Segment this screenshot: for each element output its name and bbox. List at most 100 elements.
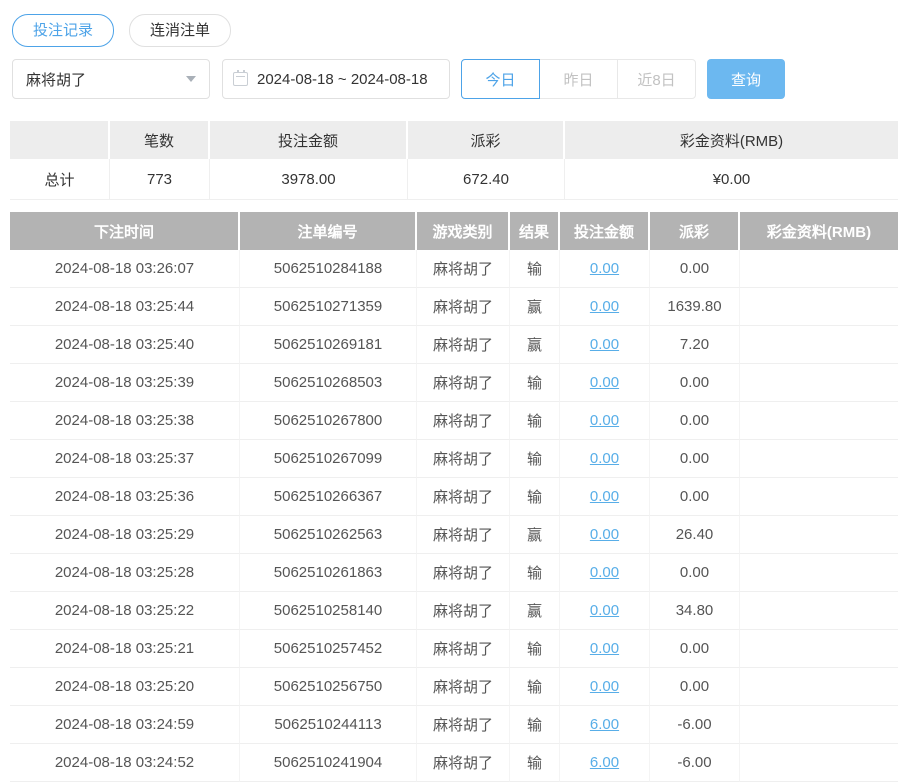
table-row: 2024-08-18 03:25:29 5062510262563 麻将胡了赢 0.0… (10, 516, 898, 554)
game-type-cell: 麻将胡了 (417, 668, 510, 706)
bet-time-cell: 2024-08-18 03:25:39 (10, 364, 240, 402)
bet-amount-cell: 6.00 (560, 744, 650, 782)
game-type-cell: 麻将胡了 (417, 440, 510, 478)
game-type-cell: 麻将胡了 (417, 478, 510, 516)
game-type-cell: 麻将胡了 (417, 326, 510, 364)
result-cell: 输 (510, 706, 560, 744)
tab-bet-records[interactable]: 投注记录 (12, 14, 115, 47)
summary-header-bet-amount: 投注金额 (210, 121, 408, 159)
result-cell: 输 (510, 250, 560, 288)
result-cell: 赢 (510, 326, 560, 364)
bet-amount-cell: 0.00 (560, 364, 650, 402)
header-bet-time: 下注时间 (10, 212, 240, 250)
game-type-cell: 麻将胡了 (417, 364, 510, 402)
order-id-cell: 5062510266367 (240, 478, 417, 516)
bet-amount-link[interactable]: 6.00 (590, 754, 619, 771)
bet-amount-cell: 0.00 (560, 440, 650, 478)
bet-amount-cell: 0.00 (560, 402, 650, 440)
bet-amount-link[interactable]: 0.00 (590, 640, 619, 657)
order-id-cell: 5062510244113 (240, 706, 417, 744)
summary-total-payout: 672.40 (408, 159, 565, 200)
bet-amount-link[interactable]: 0.00 (590, 488, 619, 505)
table-row: 2024-08-18 03:25:22 5062510258140 麻将胡了赢 0.0… (10, 592, 898, 630)
payout-cell: 0.00 (650, 478, 740, 516)
tab-cancelled-bets[interactable]: 连消注单 (129, 14, 232, 47)
bet-time-cell: 2024-08-18 03:25:36 (10, 478, 240, 516)
jackpot-cell (740, 326, 898, 364)
jackpot-cell (740, 440, 898, 478)
date-quick-buttons: 今日 昨日 近8日 (461, 59, 696, 99)
bet-amount-link[interactable]: 0.00 (590, 564, 619, 581)
bet-amount-link[interactable]: 0.00 (590, 336, 619, 353)
summary-total-jackpot: ¥0.00 (565, 159, 898, 200)
summary-header-count: 笔数 (110, 121, 210, 159)
bet-time-cell: 2024-08-18 03:25:20 (10, 668, 240, 706)
chevron-down-icon (186, 76, 196, 82)
game-type-cell: 麻将胡了 (417, 592, 510, 630)
jackpot-cell (740, 288, 898, 326)
bet-amount-link[interactable]: 0.00 (590, 412, 619, 429)
date-range-input[interactable]: 2024-08-18 ~ 2024-08-18 (222, 59, 450, 99)
bet-amount-link[interactable]: 0.00 (590, 450, 619, 467)
table-row: 2024-08-18 03:25:39 5062510268503 麻将胡了输 0.0… (10, 364, 898, 402)
game-type-cell: 麻将胡了 (417, 744, 510, 782)
bet-amount-link[interactable]: 0.00 (590, 374, 619, 391)
table-row: 2024-08-18 03:25:20 5062510256750 麻将胡了输 0.0… (10, 668, 898, 706)
today-button[interactable]: 今日 (461, 59, 540, 99)
payout-cell: 0.00 (650, 250, 740, 288)
game-type-cell: 麻将胡了 (417, 250, 510, 288)
summary-total-bet-amount: 3978.00 (210, 159, 408, 200)
table-row: 2024-08-18 03:25:36 5062510266367 麻将胡了输 0.0… (10, 478, 898, 516)
order-id-cell: 5062510258140 (240, 592, 417, 630)
bet-amount-cell: 0.00 (560, 516, 650, 554)
calendar-icon (233, 70, 248, 86)
table-row: 2024-08-18 03:25:38 5062510267800 麻将胡了输 0.0… (10, 402, 898, 440)
game-select-value: 麻将胡了 (26, 71, 87, 89)
table-row: 2024-08-18 03:25:28 5062510261863 麻将胡了输 0.0… (10, 554, 898, 592)
jackpot-cell (740, 364, 898, 402)
table-row: 2024-08-18 03:24:59 5062510244113 麻将胡了输 6.0… (10, 706, 898, 744)
yesterday-button[interactable]: 昨日 (539, 59, 618, 99)
payout-cell: 0.00 (650, 364, 740, 402)
result-cell: 输 (510, 668, 560, 706)
bet-amount-cell: 0.00 (560, 668, 650, 706)
header-game-type: 游戏类别 (417, 212, 510, 250)
jackpot-cell (740, 744, 898, 782)
table-row: 2024-08-18 03:25:37 5062510267099 麻将胡了输 0.0… (10, 440, 898, 478)
game-type-cell: 麻将胡了 (417, 554, 510, 592)
records-header-row: 下注时间 注单编号 游戏类别 结果 投注金额 派彩 彩金资料(RMB) (10, 212, 898, 250)
payout-cell: 0.00 (650, 402, 740, 440)
bet-amount-link[interactable]: 6.00 (590, 716, 619, 733)
header-result: 结果 (510, 212, 560, 250)
result-cell: 输 (510, 478, 560, 516)
order-id-cell: 5062510284188 (240, 250, 417, 288)
order-id-cell: 5062510268503 (240, 364, 417, 402)
bet-amount-link[interactable]: 0.00 (590, 602, 619, 619)
result-cell: 输 (510, 364, 560, 402)
summary-total-count: 773 (110, 159, 210, 200)
game-select[interactable]: 麻将胡了 (12, 59, 210, 99)
last-8-days-button[interactable]: 近8日 (617, 59, 696, 99)
order-id-cell: 5062510261863 (240, 554, 417, 592)
jackpot-cell (740, 402, 898, 440)
bet-amount-cell: 0.00 (560, 288, 650, 326)
bet-amount-cell: 0.00 (560, 554, 650, 592)
jackpot-cell (740, 478, 898, 516)
bet-time-cell: 2024-08-18 03:25:29 (10, 516, 240, 554)
bet-amount-link[interactable]: 0.00 (590, 260, 619, 277)
bet-amount-link[interactable]: 0.00 (590, 526, 619, 543)
table-row: 2024-08-18 03:24:52 5062510241904 麻将胡了输 6.0… (10, 744, 898, 782)
summary-header-row: 笔数 投注金额 派彩 彩金资料(RMB) (10, 121, 898, 159)
payout-cell: 34.80 (650, 592, 740, 630)
bet-amount-link[interactable]: 0.00 (590, 678, 619, 695)
table-row: 2024-08-18 03:26:07 5062510284188 麻将胡了输 0.0… (10, 250, 898, 288)
table-row: 2024-08-18 03:25:40 5062510269181 麻将胡了赢 0.0… (10, 326, 898, 364)
bet-amount-link[interactable]: 0.00 (590, 298, 619, 315)
search-button[interactable]: 查询 (707, 59, 785, 99)
summary-header-payout: 派彩 (408, 121, 565, 159)
result-cell: 赢 (510, 592, 560, 630)
result-cell: 输 (510, 630, 560, 668)
payout-cell: -6.00 (650, 706, 740, 744)
header-payout: 派彩 (650, 212, 740, 250)
order-id-cell: 5062510257452 (240, 630, 417, 668)
